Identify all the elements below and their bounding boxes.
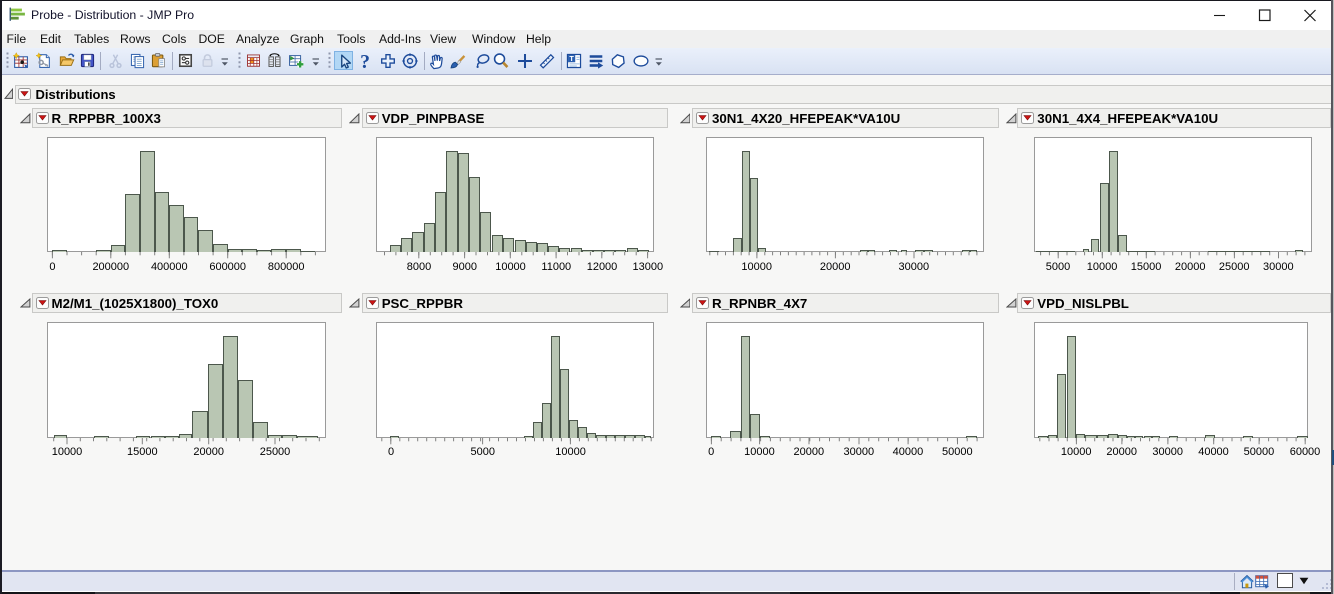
- svg-text:?: ?: [360, 52, 370, 70]
- svg-text:T: T: [569, 53, 574, 62]
